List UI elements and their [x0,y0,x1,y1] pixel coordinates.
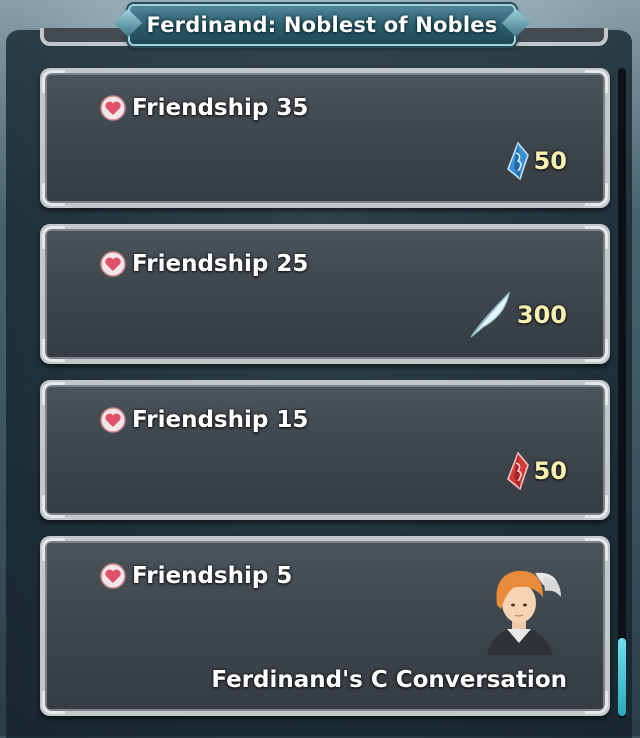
heart-icon [100,407,126,433]
friendship-label: Friendship [132,407,269,433]
red-crystal-icon [506,451,529,491]
feather-icon [470,291,510,338]
heart-icon [100,95,126,121]
reward-card[interactable]: Friendship 5 Ferdinand's C Conversation [40,536,610,716]
friendship-level: 35 [276,95,309,121]
reward-quantity: 300 [516,301,567,329]
friendship-row: Friendship 5 [100,563,292,589]
reward-card[interactable]: Friendship 15 50 [40,380,610,520]
friendship-label: Friendship [132,95,269,121]
reward-card[interactable]: Friendship 25 300 [40,224,610,364]
title-banner: Ferdinand: Noblest of Nobles [128,4,516,46]
friendship-row: Friendship 25 [100,251,308,277]
heart-icon [100,251,126,277]
friendship-level: 15 [276,407,309,433]
friendship-label: Friendship [132,251,269,277]
reward-quantity: 50 [533,147,567,175]
friendship-level: 5 [276,563,293,589]
blue-crystal-icon [506,141,529,181]
reward-quantity: 50 [533,457,567,485]
friendship-row: Friendship 15 [100,407,308,433]
conversation-reward: Ferdinand's C Conversation [211,667,567,693]
ferdinand-portrait [487,570,561,655]
page-title: Ferdinand: Noblest of Nobles [146,13,498,37]
friendship-label: Friendship [132,563,269,589]
reward: 50 [504,451,567,491]
scrollbar-thumb[interactable] [618,638,626,716]
reward-card[interactable]: Friendship 35 50 [40,68,610,208]
heart-icon [100,563,126,589]
scrollbar-track[interactable] [618,68,626,718]
reward: 300 [467,289,567,341]
reward: 50 [504,141,567,181]
friendship-row: Friendship 35 [100,95,308,121]
friendship-level: 25 [276,251,309,277]
